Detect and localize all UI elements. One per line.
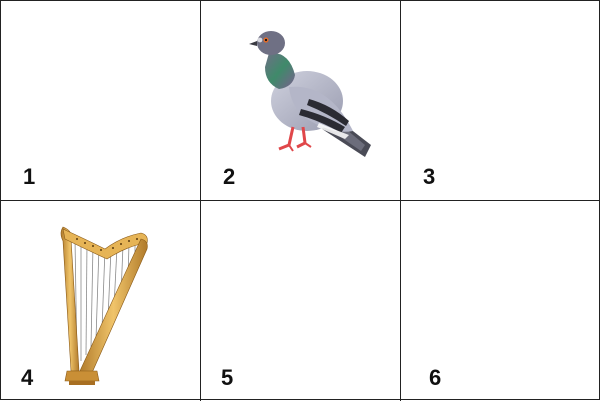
grid-cell-2: 2	[201, 1, 401, 201]
grid-cell-5: 5	[201, 201, 401, 401]
cell-number-3: 3	[423, 164, 436, 189]
pigeon-icon	[249, 31, 371, 157]
grid-cell-1: 1	[1, 1, 201, 201]
grid-cell-4: 4	[1, 201, 201, 401]
cell-number-5: 5	[221, 365, 234, 390]
cell-number-1: 1	[23, 164, 36, 189]
cell-number-4: 4	[21, 365, 34, 390]
harp-icon	[60, 226, 148, 385]
cell-number-6: 6	[429, 365, 442, 390]
grid-cell-3: 3	[401, 1, 600, 201]
cell-number-2: 2	[223, 164, 236, 189]
picture-grid: 1 2 3 4 5 6	[0, 0, 600, 401]
grid-cell-6: 6	[401, 201, 600, 401]
